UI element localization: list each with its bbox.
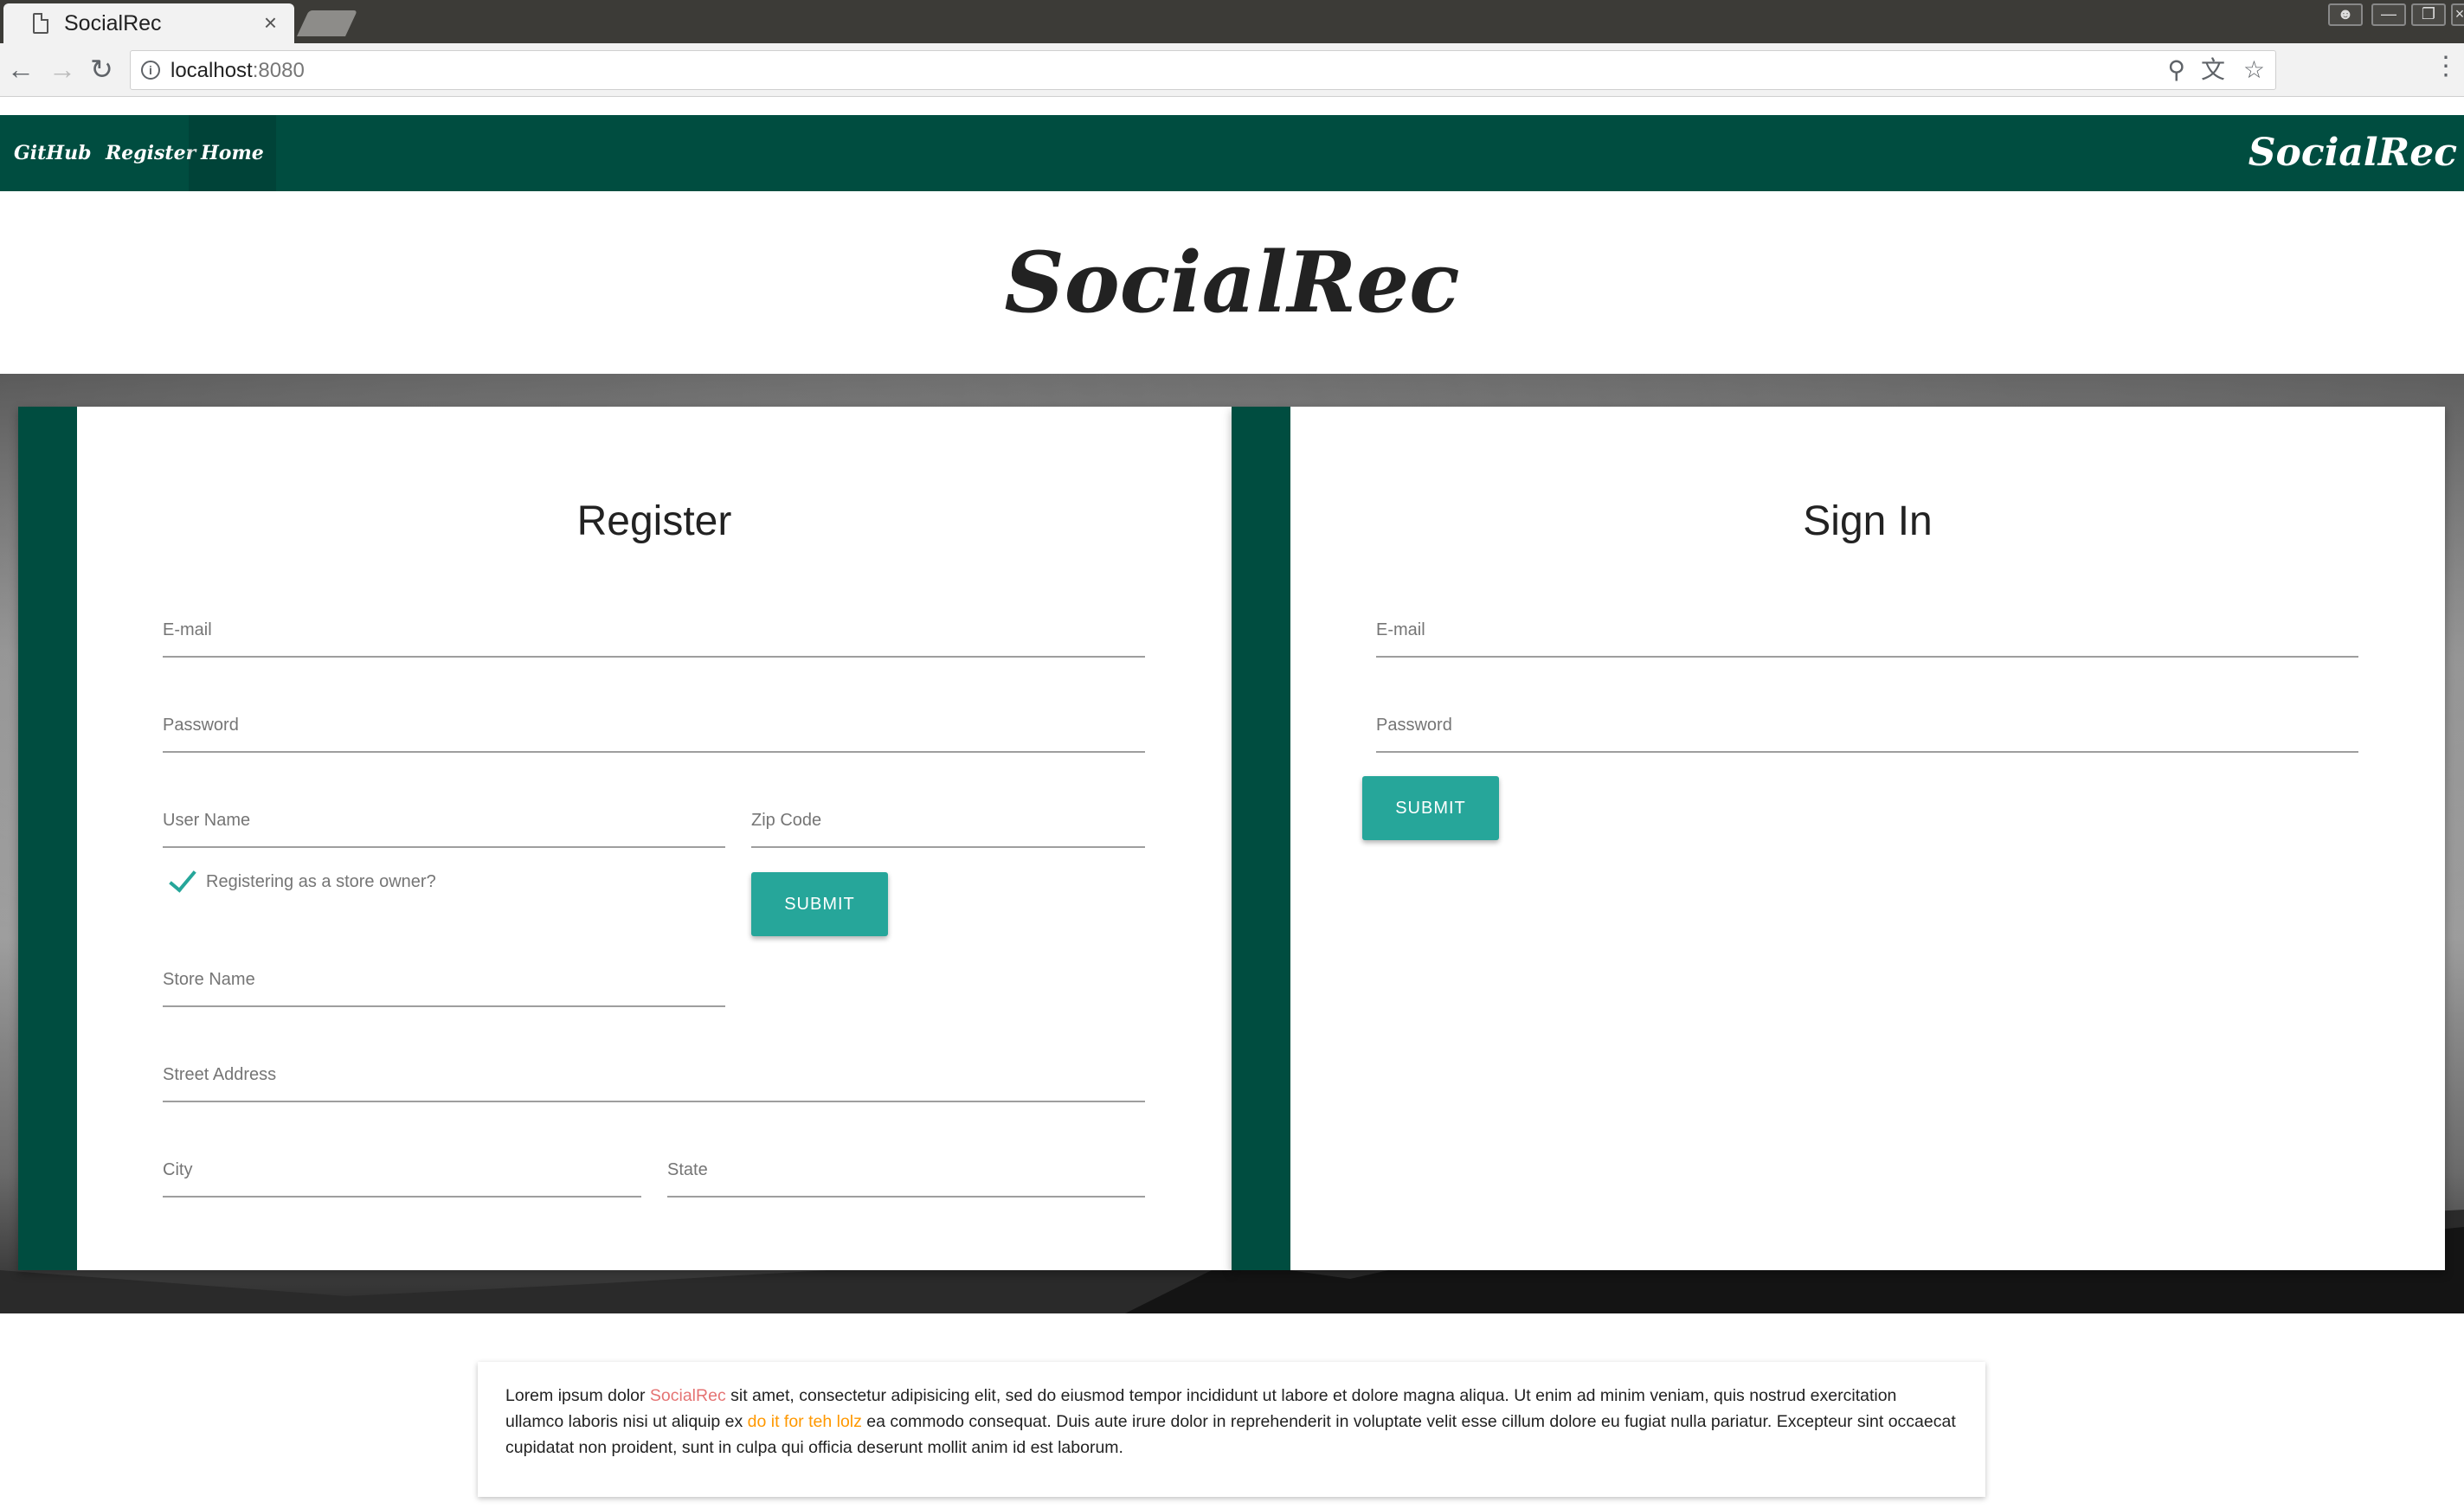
register-submit-button[interactable]: SUBMIT — [751, 872, 888, 936]
browser-toolbar: ← → ↻ i localhost:8080 ⚲ 文 ☆ ⋮ — [0, 43, 2464, 97]
nav-link-home[interactable]: Home — [189, 115, 276, 191]
minimize-icon[interactable]: — — [2371, 3, 2406, 26]
store-name-input[interactable]: Store Name — [163, 947, 725, 1007]
browser-tabstrip: SocialRec × ☻ — ❐ × — [0, 0, 2464, 43]
street-address-input[interactable]: Street Address — [163, 1042, 1145, 1102]
browser-tab[interactable]: SocialRec × — [3, 3, 294, 43]
register-username-input[interactable]: User Name — [163, 787, 725, 848]
register-password-input[interactable]: Password — [163, 692, 1145, 753]
signin-email-label: E-mail — [1376, 620, 1425, 639]
page-icon — [33, 13, 48, 34]
tab-title: SocialRec — [64, 10, 162, 35]
register-title: Register — [576, 498, 732, 544]
state-label: State — [667, 1160, 708, 1179]
register-password-label: Password — [163, 716, 239, 735]
signin-password-input[interactable]: Password — [1376, 692, 2358, 753]
card-accent-stripe — [1232, 407, 1290, 1270]
star-icon[interactable]: ☆ — [2243, 56, 2265, 84]
footer-link-lolz[interactable]: do it for teh lolz — [748, 1412, 862, 1431]
footer-card: Lorem ipsum dolor SocialRec sit amet, co… — [478, 1362, 1985, 1497]
restore-icon[interactable]: ❐ — [2411, 3, 2446, 26]
close-icon[interactable]: × — [264, 11, 277, 34]
signin-email-input[interactable]: E-mail — [1376, 597, 2358, 658]
register-zip-input[interactable]: Zip Code — [751, 787, 1145, 848]
footer-text-part: Lorem ipsum dolor — [505, 1386, 650, 1405]
navbar-brand-logo[interactable]: SocialRec — [2248, 115, 2457, 191]
reload-icon[interactable]: ↻ — [90, 54, 113, 85]
forward-icon[interactable]: → — [48, 54, 76, 85]
register-zip-label: Zip Code — [751, 811, 822, 830]
signin-card: Sign In E-mail Password SUBMIT — [1232, 407, 2445, 1270]
signin-password-label: Password — [1376, 716, 1452, 735]
menu-icon[interactable]: ⋮ — [2433, 54, 2459, 80]
url-text: localhost:8080 — [170, 59, 305, 82]
register-email-label: E-mail — [163, 620, 212, 639]
page-title: SocialRec — [1004, 234, 1460, 331]
city-label: City — [163, 1160, 193, 1179]
address-bar[interactable]: i localhost:8080 ⚲ 文 ☆ — [130, 50, 2276, 90]
street-address-label: Street Address — [163, 1065, 277, 1084]
new-tab-button[interactable] — [297, 10, 357, 36]
profile-icon[interactable]: ☻ — [2328, 3, 2363, 26]
card-accent-stripe — [18, 407, 77, 1270]
zoom-icon[interactable]: ⚲ — [2167, 56, 2185, 84]
site-navbar: GitHub Register Home SocialRec — [0, 115, 2464, 191]
store-owner-label: Registering as a store owner? — [206, 872, 436, 891]
store-name-label: Store Name — [163, 970, 255, 989]
info-icon[interactable]: i — [141, 61, 160, 80]
back-icon[interactable]: ← — [7, 54, 35, 85]
register-email-input[interactable]: E-mail — [163, 597, 1145, 658]
translate-icon[interactable]: 文 — [2201, 56, 2225, 84]
register-card: Register E-mail Password User Name Zip C… — [18, 407, 1232, 1270]
register-username-label: User Name — [163, 811, 251, 830]
footer-link-socialrec[interactable]: SocialRec — [650, 1386, 726, 1405]
store-owner-checkbox[interactable]: Registering as a store owner? — [157, 864, 451, 900]
state-input[interactable]: State — [667, 1137, 1145, 1198]
checkmark-icon — [169, 864, 196, 893]
close-window-icon[interactable]: × — [2451, 3, 2464, 26]
signin-title: Sign In — [1803, 498, 1933, 544]
signin-submit-button[interactable]: SUBMIT — [1362, 776, 1499, 840]
footer-text: Lorem ipsum dolor SocialRec sit amet, co… — [505, 1383, 1958, 1461]
nav-link-github[interactable]: GitHub — [2, 115, 103, 191]
city-input[interactable]: City — [163, 1137, 641, 1198]
